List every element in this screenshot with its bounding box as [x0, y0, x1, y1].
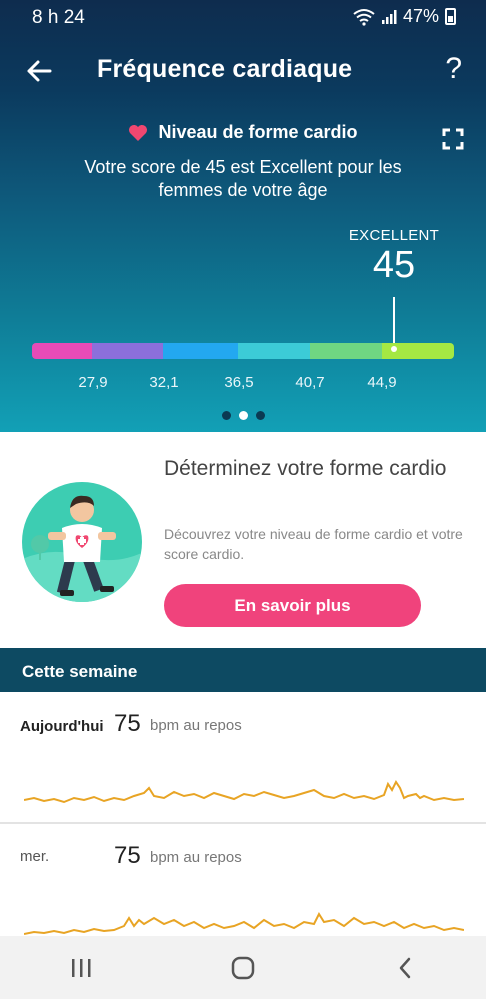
page-title: Fréquence cardiaque — [97, 55, 353, 83]
runner-illustration — [22, 482, 142, 602]
help-icon[interactable]: ? — [445, 52, 462, 86]
recent-apps-icon — [72, 958, 91, 977]
scale-tick: 32,1 — [149, 374, 179, 391]
cardio-title: Niveau de forme cardio — [158, 122, 358, 142]
battery-percent: 47% — [402, 6, 439, 26]
learn-more-button[interactable]: En savoir plus — [164, 584, 421, 627]
cardio-scale-bar — [32, 343, 454, 359]
promo-title: Déterminez votre forme cardio — [164, 457, 447, 480]
cardio-description: Votre score de 45 est Excellent pour les… — [84, 157, 402, 200]
promo-description: Découvrez votre niveau de forme cardio e… — [164, 526, 463, 562]
scale-tick: 40,7 — [295, 374, 325, 391]
home-button[interactable] — [213, 948, 273, 988]
score-needle — [393, 297, 395, 349]
wifi-icon — [353, 8, 375, 26]
app-bar: Fréquence cardiaque ? — [0, 40, 486, 100]
resting-bpm: 75 — [114, 710, 141, 737]
expand-icon[interactable] — [442, 128, 464, 150]
cardio-title-row: Niveau de forme cardio — [0, 122, 486, 143]
scale-segment — [92, 343, 163, 359]
scale-tick: 27,9 — [78, 374, 108, 391]
back-nav-button[interactable] — [375, 948, 435, 988]
home-icon — [231, 956, 255, 979]
day-name: mer. — [20, 848, 50, 865]
scale-tick: 36,5 — [224, 374, 254, 391]
recent-apps-button[interactable] — [51, 948, 111, 988]
bpm-unit: bpm au repos — [150, 717, 242, 734]
back-arrow-icon[interactable] — [22, 54, 56, 88]
status-icons: 47% — [353, 6, 456, 27]
score-value: 45 — [372, 244, 416, 286]
day-row-wednesday[interactable]: mer. 75 bpm au repos — [0, 824, 486, 936]
score-marker — [391, 346, 397, 352]
battery-icon — [445, 8, 456, 25]
day-row-today[interactable]: Aujourd'hui 75 bpm au repos — [0, 692, 486, 822]
page-indicator — [0, 411, 486, 420]
status-time: 8 h 24 — [32, 7, 85, 28]
signal-icon — [381, 9, 397, 24]
day-name: Aujourd'hui — [20, 718, 104, 735]
scale-segment — [238, 343, 310, 359]
bpm-unit: bpm au repos — [150, 849, 242, 866]
promo-card: Déterminez votre forme cardio Découvrez … — [0, 432, 486, 648]
scale-segment — [163, 343, 238, 359]
page-dot[interactable] — [255, 411, 265, 420]
heart-icon — [129, 124, 148, 141]
scale-segment — [32, 343, 92, 359]
score-level-label: EXCELLENT — [348, 227, 440, 244]
resting-bpm: 75 — [114, 842, 141, 869]
week-header: Cette semaine — [0, 648, 486, 692]
status-bar: 8 h 24 47% — [0, 0, 486, 34]
scale-segment — [310, 343, 382, 359]
system-nav-bar — [0, 936, 486, 999]
page-dot-active[interactable] — [238, 411, 248, 420]
heart-rate-sparkline — [24, 780, 464, 804]
scale-tick: 44,9 — [367, 374, 397, 391]
page-dot[interactable] — [221, 411, 231, 420]
back-nav-icon — [399, 957, 411, 978]
